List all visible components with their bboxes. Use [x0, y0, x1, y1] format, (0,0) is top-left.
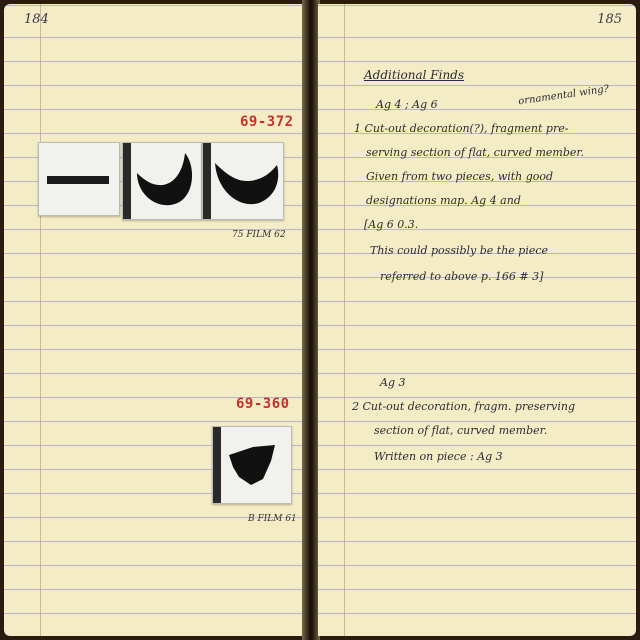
entry2-line-2: section of flat, curved member.	[374, 424, 548, 437]
entry1-line-5: [Ag 6 0.3.	[364, 218, 419, 231]
left-margin-line	[40, 4, 41, 636]
right-margin-line	[344, 4, 345, 636]
specimen-photo-2	[212, 426, 292, 504]
section-heading: Additional Finds	[364, 68, 465, 82]
entry1-line-2: serving section of flat, curved member.	[366, 146, 584, 159]
specimen-photo-1c	[202, 142, 284, 220]
specimen-photo-1b	[122, 142, 202, 220]
entry1-line-4: designations map. Ag 4 and	[366, 194, 521, 207]
entry1-context: Ag 4 ; Ag 6	[376, 98, 438, 111]
entry2-context: Ag 3	[380, 376, 406, 389]
entry1-line-1: 1 Cut-out decoration(?), fragment pre-	[354, 122, 569, 135]
specimen-photo-1a	[38, 142, 120, 216]
entry1-line-3: Given from two pieces, with good	[366, 170, 554, 183]
specimen-number-2: 69-360	[236, 396, 290, 412]
right-page-number: 185	[597, 12, 622, 27]
entry1-remark-1: This could possibly be the piece	[370, 244, 549, 257]
entry2-line-1: 2 Cut-out decoration, fragm. preserving	[352, 400, 575, 413]
entry2-line-3: Written on piece : Ag 3	[374, 450, 503, 463]
specimen-number-1: 69-372	[240, 114, 294, 130]
specimen-caption-1: 75 FILM 62	[232, 230, 286, 240]
left-page-number: 184	[24, 12, 49, 27]
right-notebook-page: 185 Additional Finds Ag 4 ; Ag 6 ornamen…	[318, 4, 636, 636]
specimen-caption-2: B FILM 61	[248, 514, 297, 524]
entry1-note: ornamental wing?	[517, 83, 610, 108]
entry1-remark-2: referred to above p. 166 # 3]	[380, 270, 544, 283]
left-notebook-page: 184 69-372 75 FILM 62 69-360 B FILM 61	[4, 4, 308, 636]
